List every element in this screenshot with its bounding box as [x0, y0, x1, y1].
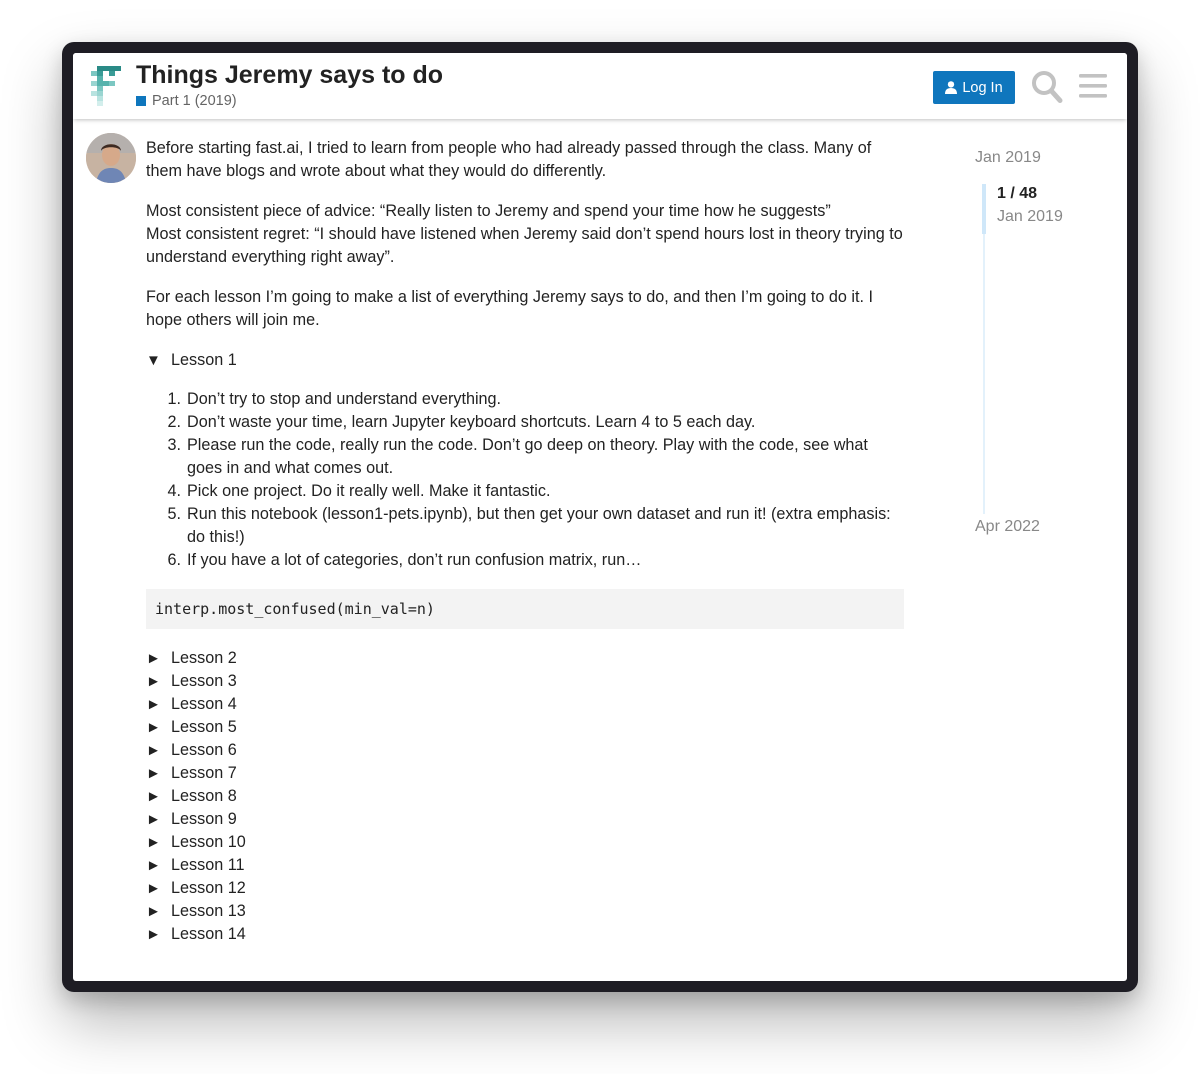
intro-paragraph: Before starting fast.ai, I tried to lear…: [146, 139, 872, 180]
item-number: 5.: [167, 505, 181, 523]
timeline-handle[interactable]: [982, 184, 986, 234]
category-badge[interactable]: Part 1 (2019): [136, 93, 237, 109]
lesson-label: Lesson 4: [171, 695, 237, 713]
category-color-square: [136, 96, 146, 106]
timeline-current-date: Jan 2019: [997, 208, 1063, 225]
lesson-toggle[interactable]: ► Lesson 10: [146, 831, 906, 854]
hamburger-menu-icon[interactable]: [1079, 72, 1107, 100]
item-number: 6.: [167, 551, 181, 569]
item-text: Don’t try to stop and understand everyth…: [187, 390, 502, 408]
lesson-1-item: 3. Please run the code, really run the co…: [146, 434, 906, 480]
collapsed-triangle-icon: ►: [146, 650, 161, 667]
lesson-toggle[interactable]: ► Lesson 9: [146, 808, 906, 831]
lesson-1-item: 6. If you have a lot of categories, don’t…: [146, 549, 906, 572]
code-block: interp.most_confused(min_val=n): [146, 589, 904, 629]
collapsed-triangle-icon: ►: [146, 696, 161, 713]
item-text: Please run the code, really run the code…: [187, 436, 868, 477]
post-body: Before starting fast.ai, I tried to lear…: [146, 137, 906, 946]
plan-paragraph: For each lesson I’m going to make a list…: [146, 288, 874, 329]
lesson-toggle[interactable]: ► Lesson 14: [146, 923, 906, 946]
lesson-label: Lesson 8: [171, 787, 237, 805]
topic-title[interactable]: Things Jeremy says to do: [136, 61, 443, 90]
login-button[interactable]: Log In: [933, 71, 1015, 104]
lesson-toggle[interactable]: ► Lesson 13: [146, 900, 906, 923]
lesson-toggle[interactable]: ► Lesson 12: [146, 877, 906, 900]
collapsed-triangle-icon: ►: [146, 811, 161, 828]
lesson-label: Lesson 12: [171, 879, 246, 897]
collapsed-triangle-icon: ►: [146, 719, 161, 736]
author-avatar[interactable]: [86, 133, 136, 183]
item-text: Pick one project. Do it really well. Mak…: [187, 482, 551, 500]
collapsed-triangle-icon: ►: [146, 903, 161, 920]
device-frame: Things Jeremy says to do Part 1 (2019) L…: [62, 42, 1138, 992]
lesson-toggle[interactable]: ► Lesson 3: [146, 670, 906, 693]
collapsed-triangle-icon: ►: [146, 742, 161, 759]
collapsed-triangle-icon: ►: [146, 765, 161, 782]
lesson-label: Lesson 14: [171, 925, 246, 943]
expanded-triangle-icon: ▼: [146, 352, 161, 369]
lesson-label: Lesson 6: [171, 741, 237, 759]
lesson-1-item: 1. Don’t try to stop and understand every…: [146, 388, 906, 411]
lesson-toggle[interactable]: ► Lesson 8: [146, 785, 906, 808]
search-icon[interactable]: [1031, 70, 1063, 104]
fastai-logo[interactable]: [91, 66, 121, 106]
timeline-position: 1 / 48: [997, 185, 1038, 202]
lesson-label: Lesson 2: [171, 649, 237, 667]
lesson-label: Lesson 5: [171, 718, 237, 736]
lesson-label: Lesson 10: [171, 833, 246, 851]
login-label: Log In: [962, 79, 1003, 96]
collapsed-triangle-icon: ►: [146, 880, 161, 897]
avatar-image: [86, 133, 136, 183]
lesson-1-list: 1. Don’t try to stop and understand every…: [146, 388, 906, 572]
item-text: If you have a lot of categories, don’t r…: [187, 551, 642, 569]
item-number: 2.: [167, 413, 181, 431]
lesson-1-item: 5. Run this notebook (lesson1-pets.ipynb)…: [146, 503, 906, 549]
lesson-1-toggle[interactable]: ▼ Lesson 1: [146, 349, 906, 372]
lesson-1-item: 2. Don’t waste your time, learn Jupyter k…: [146, 411, 906, 434]
advice-line: Most consistent piece of advice: “Really…: [146, 202, 831, 220]
lesson-label: Lesson 9: [171, 810, 237, 828]
collapsed-triangle-icon: ►: [146, 788, 161, 805]
lesson-toggle[interactable]: ► Lesson 4: [146, 693, 906, 716]
item-text: Run this notebook (lesson1-pets.ipynb), …: [187, 505, 891, 546]
site-header: Things Jeremy says to do Part 1 (2019) L…: [73, 53, 1127, 119]
lesson-toggle[interactable]: ► Lesson 7: [146, 762, 906, 785]
lesson-toggle[interactable]: ► Lesson 11: [146, 854, 906, 877]
advice-paragraph: Most consistent piece of advice: “Really…: [146, 200, 906, 269]
lesson-toggle[interactable]: ► Lesson 2: [146, 647, 906, 670]
regret-line: Most consistent regret: “I should have l…: [146, 225, 903, 266]
lesson-1-item: 4. Pick one project. Do it really well. M…: [146, 480, 906, 503]
timeline-end-date[interactable]: Apr 2022: [975, 518, 1040, 536]
lesson-1-label: Lesson 1: [171, 351, 237, 369]
collapsed-triangle-icon: ►: [146, 834, 161, 851]
collapsed-triangle-icon: ►: [146, 926, 161, 943]
item-number: 3.: [167, 436, 181, 454]
lesson-label: Lesson 13: [171, 902, 246, 920]
collapsed-triangle-icon: ►: [146, 673, 161, 690]
item-number: 1.: [167, 390, 181, 408]
lesson-toggle[interactable]: ► Lesson 5: [146, 716, 906, 739]
lesson-label: Lesson 11: [171, 856, 245, 874]
item-text: Don’t waste your time, learn Jupyter key…: [187, 413, 756, 431]
lesson-label: Lesson 7: [171, 764, 237, 782]
lesson-toggle[interactable]: ► Lesson 6: [146, 739, 906, 762]
item-number: 4.: [167, 482, 181, 500]
lesson-label: Lesson 3: [171, 672, 237, 690]
collapsed-triangle-icon: ►: [146, 857, 161, 874]
user-icon: [945, 81, 958, 94]
timeline-start-date[interactable]: Jan 2019: [975, 149, 1041, 167]
category-name: Part 1 (2019): [152, 93, 237, 109]
collapsed-lessons: ► Lesson 2 ► Lesson 3 ► Lesson 4 ► Lesson 5 ► Les…: [146, 647, 906, 946]
browser-screen: Things Jeremy says to do Part 1 (2019) L…: [73, 53, 1127, 981]
